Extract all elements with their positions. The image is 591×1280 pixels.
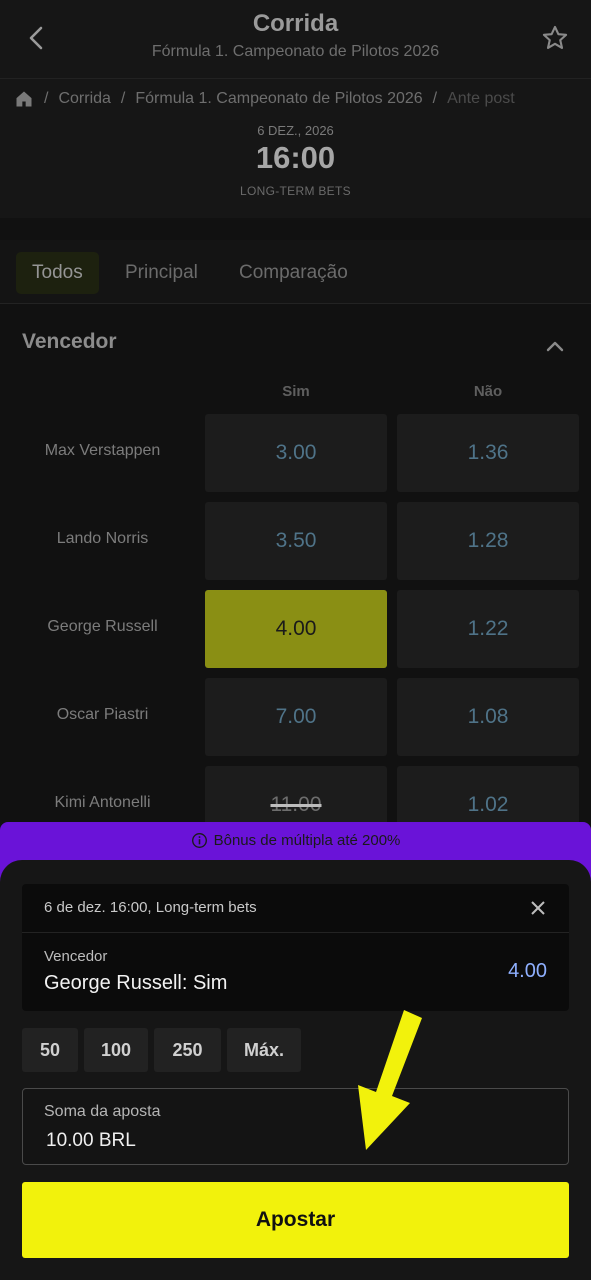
runner-name: Kimi Antonelli [54,794,151,811]
runner-name: Oscar Piastri [56,706,149,723]
odd-yes-button[interactable]: 3.50 [205,502,387,580]
breadcrumb-item-current: Ante post [447,89,515,107]
odd-yes-button[interactable]: 3.00 [205,414,387,492]
page-subtitle: Fórmula 1. Campeonato de Pilotos 2026 [151,43,440,60]
quick-stake-250[interactable]: 250 [154,1028,221,1072]
event-date: 6 DEZ., 2026 [257,123,334,138]
runner-name: George Russell [47,618,158,635]
chevron-up-icon [546,341,564,352]
place-bet-button[interactable]: Apostar [22,1182,569,1258]
page-title: Corrida [252,10,339,37]
header: Corrida Fórmula 1. Campeonato de Pilotos… [0,0,591,78]
breadcrumb: / Corrida / Fórmula 1. Campeonato de Pil… [0,78,591,118]
divider [22,932,569,933]
remove-selection-button[interactable] [525,895,551,921]
info-icon [191,833,207,848]
bet-market: Vencedor [44,948,108,965]
close-icon [531,901,545,915]
favorite-button[interactable] [533,18,577,58]
event-time: 16:00 [255,140,336,175]
bet-pick: George Russell: Sim [44,972,228,994]
bet-event-meta: 6 de dez. 16:00, Long-term bets [44,899,257,916]
star-icon [542,25,568,49]
runner-name: Lando Norris [56,530,149,547]
breadcrumb-item[interactable]: Fórmula 1. Campeonato de Pilotos 2026 [135,90,422,108]
breadcrumb-item[interactable]: Corrida [58,90,110,108]
odd-no-button[interactable]: 1.36 [397,414,579,492]
column-header-no: Não [473,383,503,400]
odd-yes-button-selected[interactable]: 4.00 [205,590,387,668]
arrow-annotation [358,1010,422,1150]
stake-label: Soma da aposta [44,1103,161,1120]
bet-selection-card: 6 de dez. 16:00, Long-term bets Vencedor… [22,884,569,1011]
event-info: 6 DEZ., 2026 16:00 LONG-TERM BETS [0,118,591,218]
odd-no-button[interactable]: 1.08 [397,678,579,756]
odd-no-button[interactable]: 1.22 [397,590,579,668]
collapse-market-button[interactable] [538,332,572,360]
quick-stake-50[interactable]: 50 [22,1028,78,1072]
event-tag: LONG-TERM BETS [240,184,351,198]
quick-stake-100[interactable]: 100 [84,1028,148,1072]
runner-name: Max Verstappen [44,442,161,459]
tab-todos[interactable]: Todos [16,252,99,294]
odd-yes-button[interactable]: 7.00 [205,678,387,756]
stake-value[interactable]: 10.00 BRL [46,1130,136,1152]
quick-stake-max[interactable]: Máx. [227,1028,301,1072]
home-icon[interactable] [14,89,34,109]
market-title: Vencedor [22,330,117,353]
market-tabs: Todos Principal Comparação [0,240,591,304]
stake-input[interactable]: Soma da aposta 10.00 BRL [22,1088,569,1165]
column-header-yes: Sim [282,383,310,400]
bet-price: 4.00 [508,960,547,982]
promo-text: Bônus de múltipla até 200% [213,832,401,849]
odd-no-button[interactable]: 1.28 [397,502,579,580]
tab-comparacao[interactable]: Comparação [223,252,364,294]
tab-principal[interactable]: Principal [109,252,214,294]
